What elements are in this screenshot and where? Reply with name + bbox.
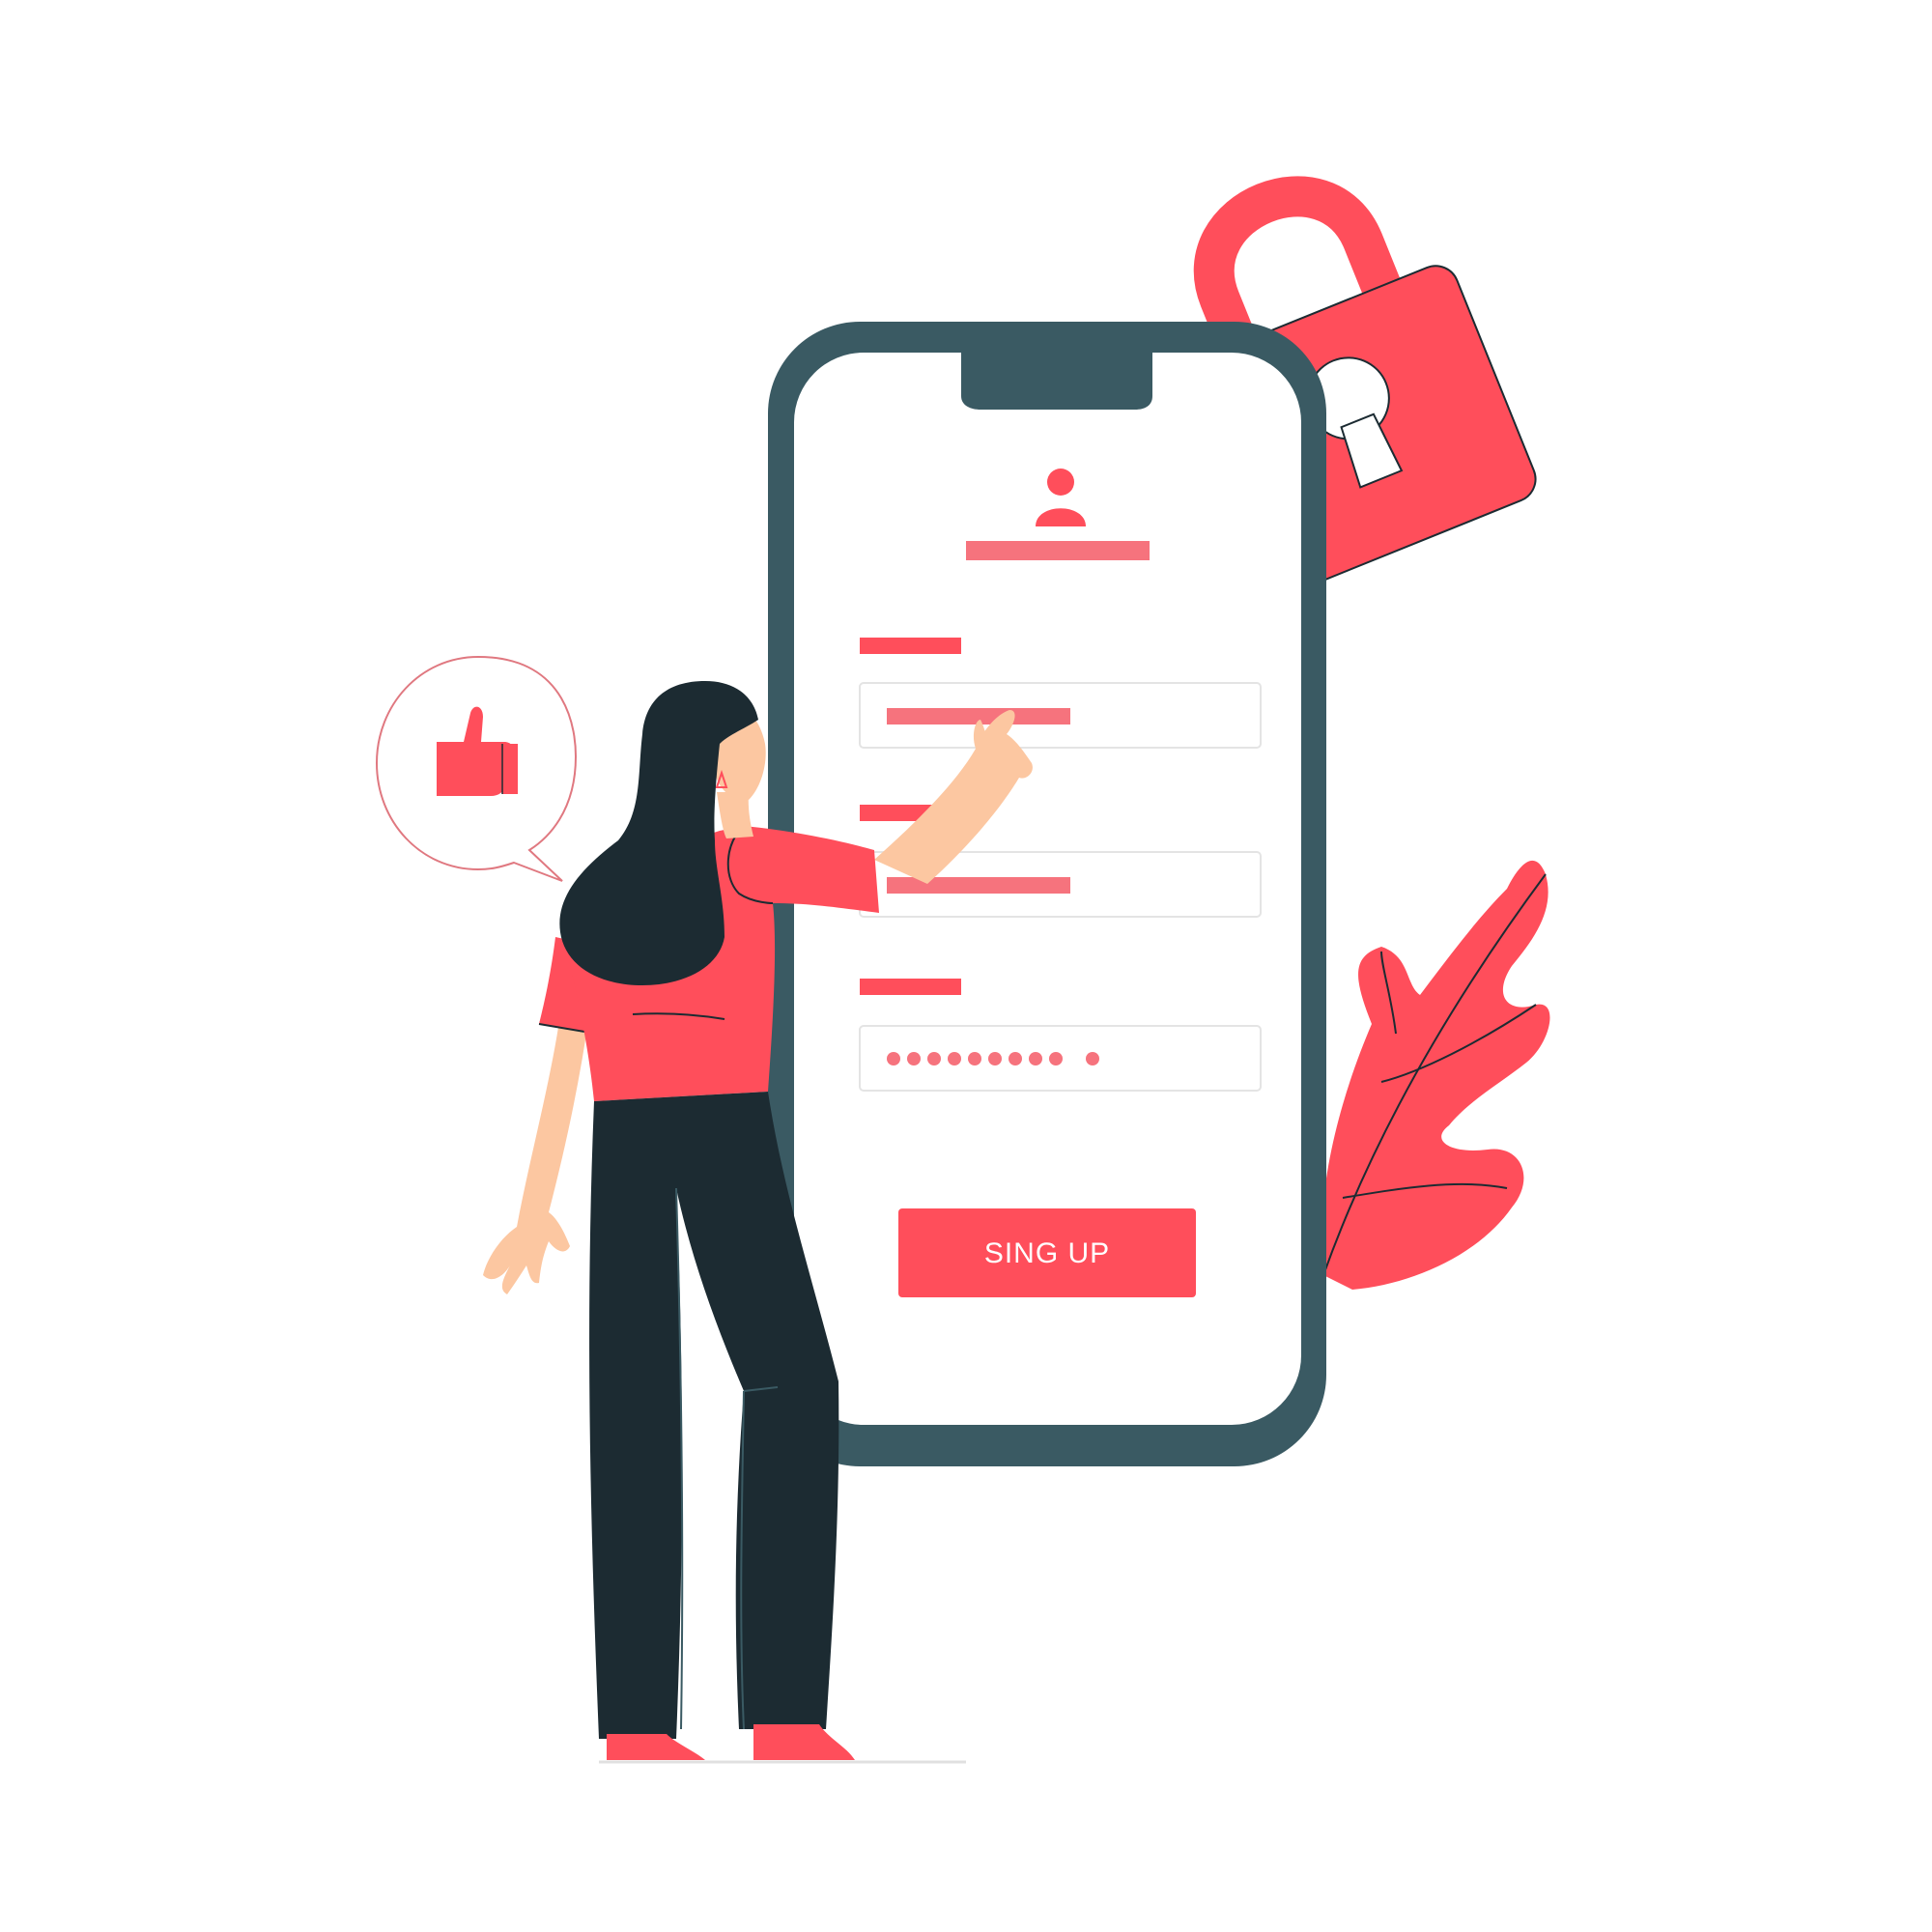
- password-label-bar: [860, 979, 961, 995]
- username-label-bar: [860, 638, 961, 654]
- left-shoe: [607, 1734, 705, 1760]
- right-shoe: [753, 1724, 855, 1760]
- signup-illustration: SING UP: [375, 176, 1550, 1764]
- leaf-decoration: [1321, 860, 1550, 1290]
- speech-bubble: [375, 655, 578, 882]
- email-value-bar: [887, 877, 1070, 894]
- illustration-canvas: SING UP: [0, 0, 1932, 1932]
- left-arm: [483, 1014, 589, 1294]
- signup-button-label: SING UP: [984, 1237, 1110, 1269]
- signup-button[interactable]: SING UP: [898, 1208, 1196, 1297]
- phone-notch: [961, 348, 1152, 410]
- profile-name-bar: [966, 541, 1150, 560]
